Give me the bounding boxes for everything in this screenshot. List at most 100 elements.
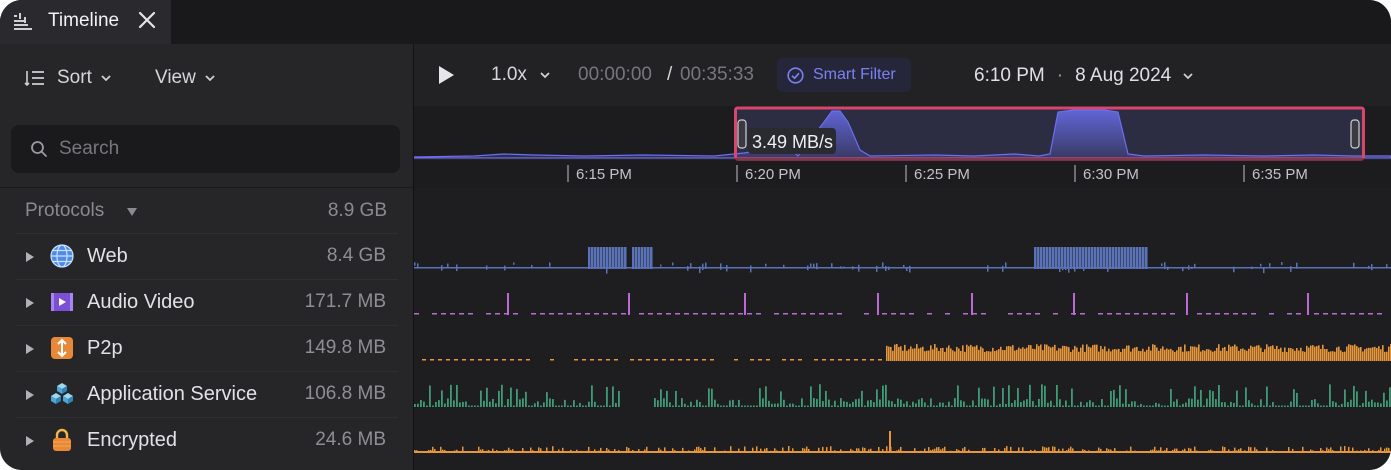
activity-bar	[684, 403, 686, 407]
protocols-header[interactable]: Protocols 8.9 GB	[25, 199, 387, 225]
protocol-row-audio-video[interactable]: Audio Video 171.7 MB	[15, 279, 398, 325]
protocol-tracks[interactable]	[414, 188, 1391, 470]
activity-bar	[618, 450, 620, 453]
activity-bar	[886, 446, 888, 453]
activity-bar	[414, 262, 416, 266]
activity-bar	[510, 359, 514, 361]
activity-bar	[1146, 405, 1148, 407]
activity-bar	[1281, 405, 1283, 407]
activity-bar	[885, 384, 887, 407]
activity-bar	[1316, 346, 1318, 361]
activity-bar	[1156, 450, 1158, 453]
activity-bar	[1152, 449, 1154, 453]
activity-bar	[1194, 386, 1196, 407]
activity-bar	[486, 265, 488, 270]
activity-bar	[1004, 350, 1006, 361]
activity-bar	[1118, 348, 1120, 361]
protocol-row-web[interactable]: Web 8.4 GB	[15, 233, 398, 279]
activity-bar	[980, 346, 982, 361]
activity-bar	[998, 349, 1000, 361]
view-button[interactable]: View	[155, 66, 217, 90]
activity-bar	[909, 405, 911, 407]
play-icon[interactable]	[436, 64, 456, 86]
activity-bar	[1380, 403, 1382, 407]
activity-bar	[576, 449, 578, 453]
speed-select[interactable]: 1.0x	[491, 63, 552, 87]
sort-button[interactable]: Sort	[24, 66, 113, 90]
activity-bar	[814, 359, 818, 361]
expand-caret-icon[interactable]	[26, 344, 34, 354]
activity-bar	[1016, 349, 1018, 361]
activity-bar	[576, 313, 581, 315]
expand-caret-icon[interactable]	[26, 252, 34, 262]
smart-filter-button[interactable]: Smart Filter	[777, 58, 911, 92]
activity-bar	[1232, 450, 1234, 453]
activity-bar	[1368, 313, 1373, 315]
activity-bar	[1170, 348, 1172, 361]
activity-bar	[672, 405, 674, 407]
close-icon[interactable]	[136, 9, 158, 31]
activity-bar	[1122, 403, 1124, 407]
activity-bar	[432, 405, 434, 407]
expand-caret-icon[interactable]	[26, 298, 34, 308]
activity-bar	[1106, 448, 1108, 453]
protocol-panel: Sort View Protocols 8.9 GB	[0, 44, 413, 470]
activity-bar	[886, 345, 888, 361]
traffic-overview[interactable]: 3.49 MB/s 6:15 PM 6:20 PM 6:25 PM 6:30 P…	[414, 106, 1391, 188]
datetime-select[interactable]: 6:10 PM · 8 Aug 2024	[974, 64, 1195, 88]
activity-bar	[1086, 344, 1088, 361]
activity-bar	[714, 399, 716, 407]
activity-bar	[1128, 345, 1130, 361]
activity-bar	[513, 405, 515, 407]
activity-bar	[914, 348, 916, 361]
activity-bar	[1155, 402, 1157, 407]
protocol-row-application-service[interactable]: Application Service 106.8 MB	[15, 371, 398, 417]
clock-time: 6:10 PM	[974, 65, 1045, 86]
activity-bar	[846, 401, 848, 407]
activity-bar	[524, 450, 526, 453]
activity-bar	[1233, 266, 1235, 273]
activity-bar	[993, 386, 995, 407]
expand-caret-icon[interactable]	[26, 390, 34, 400]
activity-bar	[1052, 247, 1055, 269]
activity-bar	[1055, 247, 1058, 269]
protocol-row-encrypted[interactable]: Encrypted 24.6 MB	[15, 417, 398, 463]
activity-bar	[429, 385, 431, 407]
activity-bar	[1294, 350, 1296, 361]
activity-bar	[646, 446, 648, 453]
activity-bar	[864, 447, 866, 453]
activity-bar	[1360, 450, 1362, 453]
activity-bar	[600, 447, 602, 453]
activity-bar	[454, 450, 456, 453]
activity-bar	[1034, 247, 1037, 269]
expand-caret-icon[interactable]	[26, 436, 34, 446]
search-input[interactable]	[59, 133, 389, 165]
activity-bar	[944, 351, 946, 361]
activity-bar	[672, 262, 674, 266]
activity-bar	[1112, 247, 1115, 269]
activity-bar	[1197, 399, 1199, 407]
activity-bar	[783, 264, 785, 268]
activity-bar	[928, 350, 930, 361]
track-web	[414, 247, 1391, 274]
activity-bar	[908, 349, 910, 361]
activity-bar	[1070, 446, 1072, 453]
activity-bar	[588, 401, 590, 407]
activity-bar	[1208, 450, 1210, 453]
activity-bar	[1008, 313, 1013, 315]
protocol-row-p2p[interactable]: P2p 149.8 MB	[15, 325, 398, 371]
tab-timeline[interactable]: Timeline	[0, 0, 171, 44]
activity-bar	[573, 400, 575, 407]
activity-bar	[1234, 344, 1236, 361]
range-handle-left[interactable]	[737, 119, 747, 149]
activity-bar	[765, 263, 767, 267]
activity-bar	[1110, 391, 1112, 407]
activity-bar	[724, 450, 726, 453]
activity-bar	[801, 313, 806, 315]
activity-bar	[1044, 344, 1046, 361]
activity-bar	[1254, 405, 1256, 407]
activity-bar	[1378, 346, 1380, 361]
activity-bar	[816, 398, 818, 407]
range-handle-right[interactable]	[1350, 119, 1360, 149]
activity-bar	[531, 264, 533, 269]
